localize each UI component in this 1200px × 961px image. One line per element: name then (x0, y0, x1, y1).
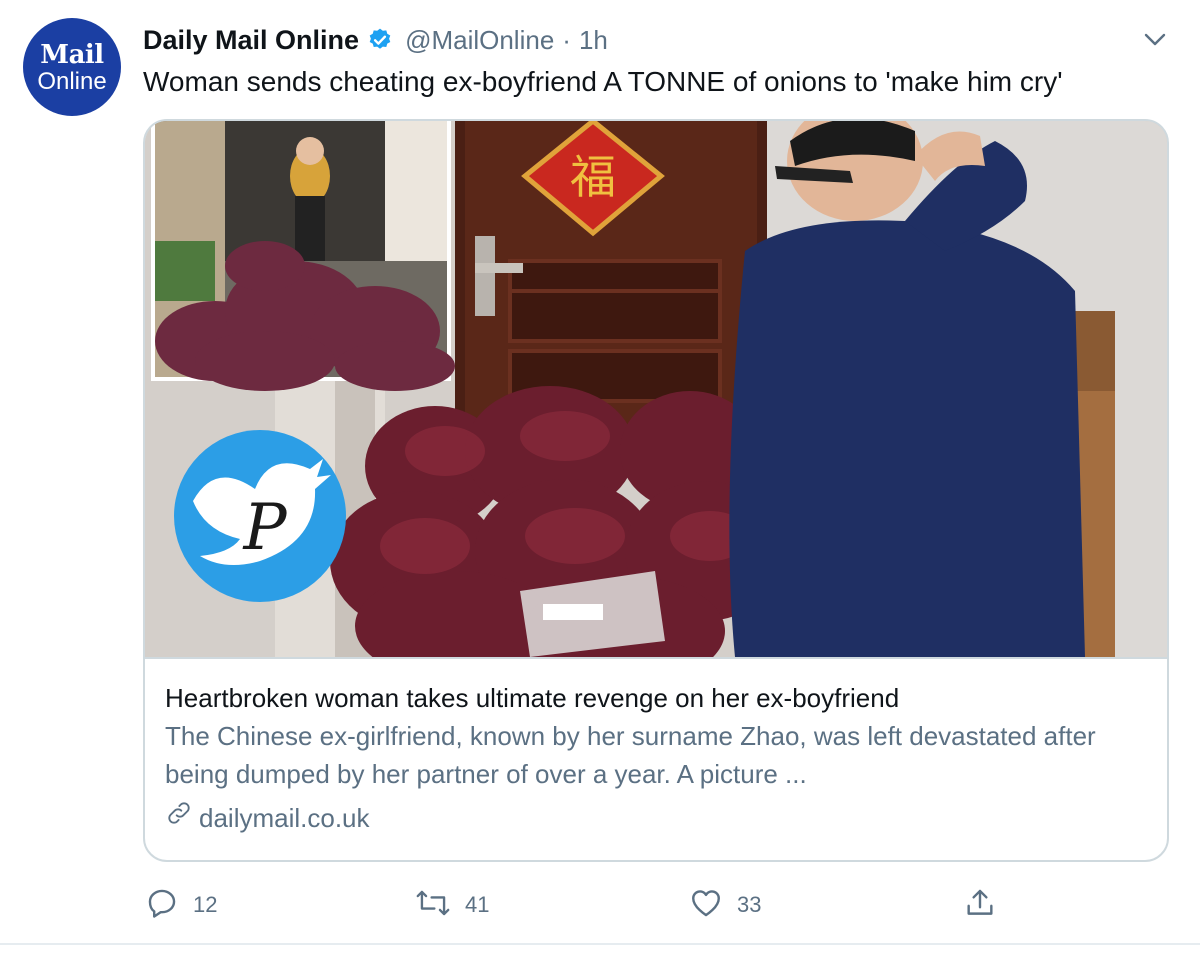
card-domain: dailymail.co.uk (165, 799, 1147, 837)
watermark-letter: P (242, 491, 287, 565)
avatar-logo-line2: Online (37, 68, 107, 95)
share-button[interactable] (963, 880, 997, 930)
fu-character: 福 (570, 150, 616, 204)
heart-icon (689, 886, 723, 925)
retweet-button[interactable]: 41 (415, 880, 489, 930)
timestamp[interactable]: 1h (579, 25, 608, 56)
link-card[interactable]: 福 P Heartbroken woman takes ultimate rev… (143, 119, 1169, 862)
avatar[interactable]: Mail Online (23, 18, 121, 116)
reply-count: 12 (193, 892, 218, 917)
display-name[interactable]: Daily Mail Online (143, 25, 359, 56)
share-icon (963, 886, 997, 925)
card-domain-text: dailymail.co.uk (199, 803, 370, 833)
reply-button[interactable]: 12 (145, 880, 217, 930)
retweet-icon (415, 886, 451, 925)
avatar-logo-line1: Mail (40, 40, 104, 70)
tweet[interactable]: Mail Online Daily Mail Online @MailOnlin… (0, 0, 1200, 945)
card-body[interactable]: Heartbroken woman takes ultimate revenge… (145, 657, 1167, 860)
like-button[interactable]: 33 (689, 880, 761, 930)
separator-dot: · (562, 24, 571, 55)
like-count: 33 (737, 892, 762, 917)
tweet-actions: 12 41 33 (143, 880, 1183, 930)
card-description: The Chinese ex-girlfriend, known by her … (165, 721, 1096, 789)
retweet-count: 41 (465, 892, 490, 917)
chevron-down-icon[interactable] (1140, 24, 1170, 54)
link-icon (165, 799, 199, 837)
user-handle[interactable]: @MailOnline (405, 25, 554, 56)
card-image[interactable]: 福 P (145, 121, 1167, 657)
card-title: Heartbroken woman takes ultimate revenge… (165, 683, 900, 713)
tweet-header: Daily Mail Online @MailOnline · 1h (143, 20, 608, 60)
verified-badge-icon (367, 27, 393, 53)
tweet-text: Woman sends cheating ex-boyfriend A TONN… (143, 66, 1063, 97)
reply-icon (145, 886, 179, 925)
